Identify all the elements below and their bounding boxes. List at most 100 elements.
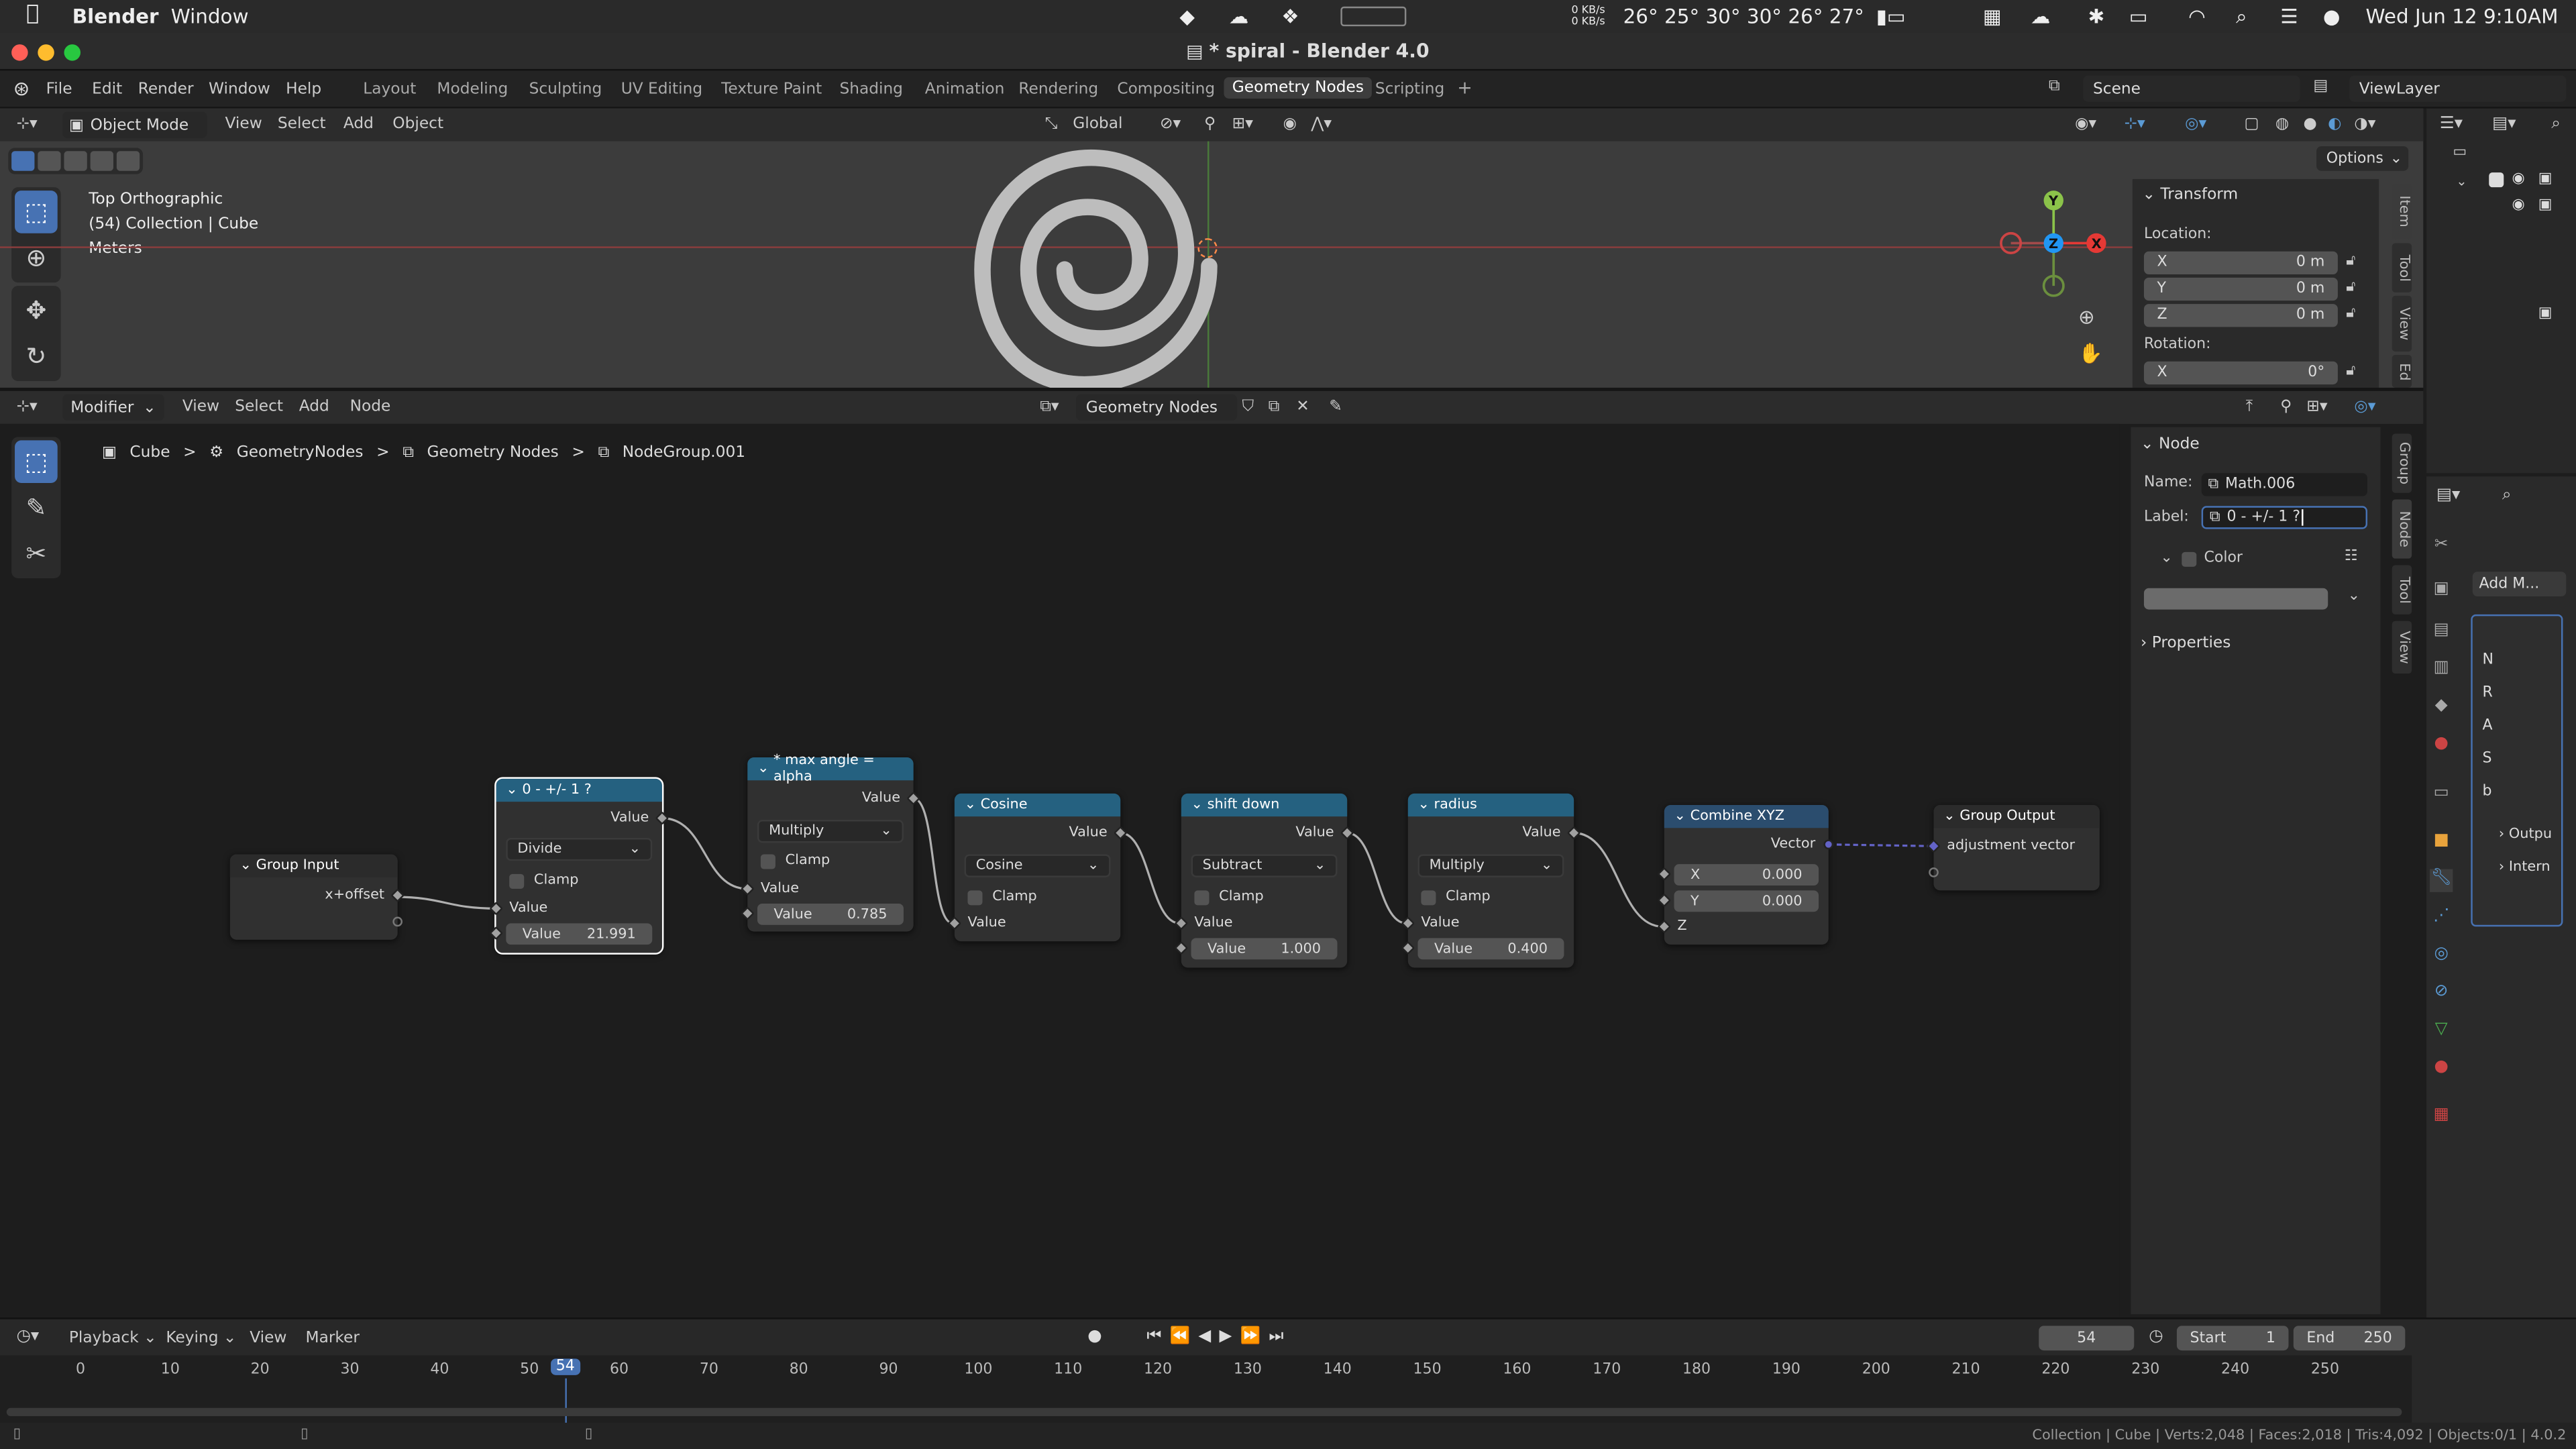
3d-cursor[interactable] — [1197, 238, 1218, 258]
world-properties-icon[interactable]: ● — [2430, 735, 2453, 757]
menu-window[interactable]: Window — [209, 80, 270, 99]
pivot-icon[interactable]: ⊘▾ — [1160, 115, 1181, 133]
node-math-shift-down[interactable]: ⌄ shift down Value Subtract ⌄ Clamp Value… — [1174, 793, 1354, 968]
wireframe-shading-icon[interactable]: ◍ — [2275, 115, 2289, 133]
menu-file[interactable]: File — [46, 80, 72, 99]
clock-icon[interactable]: ◷ — [2149, 1328, 2163, 1346]
tab-shading[interactable]: Shading — [839, 80, 903, 99]
rendered-shading-icon[interactable]: ◑▾ — [2354, 115, 2375, 133]
node-editor-canvas[interactable]: ⬚ ✎ ✂ ▣ Cube > ⚙ GeometryNodes > ⧉ Geometry… — [0, 423, 2120, 1348]
transform-title[interactable]: ⌄ Transform — [2142, 186, 2238, 204]
node-editor-type-icon[interactable]: ⊹▾ — [16, 398, 37, 416]
tab-tool[interactable]: Tool — [2392, 243, 2412, 292]
node-group-output[interactable]: ⌄ Group Output adjustment vector — [1927, 805, 2100, 891]
lock-icon[interactable]: 🔓︎ — [2346, 306, 2355, 322]
value-field[interactable]: Value 1.000 — [1191, 938, 1338, 960]
bluetooth-icon[interactable]: ✱ — [2088, 5, 2105, 28]
clamp-checkbox[interactable] — [1421, 890, 1436, 905]
tab-edit[interactable]: Ed — [2392, 354, 2412, 388]
scene-selector[interactable]: Scene — [2083, 75, 2300, 102]
physics-properties-icon[interactable]: ◎ — [2430, 945, 2453, 967]
apple-logo-icon[interactable]:  — [26, 1, 39, 26]
tab-rendering[interactable]: Rendering — [1018, 80, 1098, 99]
location-z-field[interactable]: Z0 m — [2143, 304, 2338, 327]
snap-icon[interactable]: ⚲ — [1204, 115, 1216, 133]
start-frame-field[interactable]: Start 1 — [2176, 1326, 2289, 1351]
3d-viewport[interactable]: ⊹▾ ▣ Object Mode View Select Add Object ⤡… — [0, 108, 2424, 388]
select-intersect-icon[interactable] — [116, 151, 140, 171]
wifi-icon[interactable]: ◠ — [2188, 5, 2206, 28]
eye-icon[interactable]: ◉ — [2512, 171, 2525, 187]
tab-texture-paint[interactable]: Texture Paint — [721, 80, 822, 99]
node-menu-node[interactable]: Node — [350, 398, 391, 416]
camera-icon[interactable]: ▣ — [2538, 171, 2553, 187]
eye-icon[interactable]: ◉ — [2512, 197, 2525, 213]
fake-user-icon[interactable]: ⛉ — [1242, 398, 1253, 416]
node-menu-view[interactable]: View — [182, 398, 219, 416]
node-math-divide[interactable]: ⌄ 0 - +/- 1 ? Value Divide ⌄ Clamp Value … — [489, 777, 669, 955]
search-icon[interactable]: ⌕ — [2236, 5, 2247, 30]
tab-view[interactable]: View — [2392, 295, 2412, 352]
timeline-type-icon[interactable]: ◷▾ — [16, 1328, 39, 1346]
internal-section[interactable]: › Intern — [2499, 859, 2551, 875]
falloff-icon[interactable]: ⋀▾ — [1311, 115, 1332, 133]
clamp-checkbox[interactable] — [760, 853, 775, 869]
timeline-view-menu[interactable]: View — [250, 1329, 286, 1347]
zoom-window-button[interactable] — [64, 44, 81, 61]
overlay-toggle-icon[interactable]: ◎▾ — [2185, 115, 2206, 133]
object-properties-icon[interactable]: ■ — [2430, 831, 2453, 854]
tab-tool[interactable]: Tool — [2392, 565, 2412, 614]
lock-icon[interactable]: 🔓︎ — [2346, 253, 2355, 269]
properties-type-icon[interactable]: ▤▾ — [2436, 486, 2460, 504]
viewport-menu-object[interactable]: Object — [392, 115, 443, 133]
outliner-type-icon[interactable]: ☰▾ — [2440, 115, 2463, 133]
view-layer-icon[interactable]: ▤ — [2313, 77, 2328, 95]
node-color-swatch[interactable] — [2143, 588, 2328, 610]
orientation-icon[interactable]: ⤡ — [1045, 115, 1058, 133]
pan-hand-icon[interactable]: ✋ — [2078, 341, 2103, 364]
cloud-icon[interactable]: ☁ — [1229, 5, 1248, 28]
pin-icon[interactable]: ✎ — [1329, 398, 1342, 416]
lock-icon[interactable]: 🔓︎ — [2346, 363, 2355, 379]
y-field[interactable]: Y 0.000 — [1674, 890, 1819, 912]
tab-geometry-nodes[interactable]: Geometry Nodes — [1224, 77, 1373, 99]
scene-collection-icon[interactable]: ▭ — [2453, 145, 2467, 161]
color-checkbox[interactable] — [2181, 551, 2196, 566]
clamp-checkbox[interactable] — [509, 873, 525, 888]
value-field[interactable]: Value 21.991 — [506, 923, 653, 945]
view-layer-properties-icon[interactable]: ▥ — [2430, 659, 2453, 682]
keying-menu[interactable]: Keying ⌄ — [166, 1329, 236, 1347]
playback-menu[interactable]: Playback ⌄ — [69, 1329, 157, 1347]
output-properties-icon[interactable]: ▤ — [2430, 621, 2453, 644]
list-icon[interactable]: ☷ — [2345, 549, 2358, 565]
node-panel-title[interactable]: ⌄ Node — [2141, 435, 2200, 453]
chevron-down-icon[interactable]: ⌄ — [2348, 588, 2360, 604]
overlay-toggle-icon[interactable]: ◎▾ — [2354, 398, 2375, 416]
cursor-tool-icon[interactable]: ⊕ — [15, 237, 58, 280]
mode-selector[interactable]: ▣ Object Mode — [62, 111, 207, 138]
playhead-frame-label[interactable]: 54 — [551, 1358, 580, 1375]
app-menu-name[interactable]: Blender — [72, 5, 159, 28]
modifier-panel[interactable]: N R A S b › Outpu › Intern — [2471, 614, 2563, 927]
material-properties-icon[interactable]: ● — [2430, 1058, 2453, 1081]
end-frame-field[interactable]: End 250 — [2293, 1326, 2406, 1351]
camera-icon[interactable]: ▣ — [2538, 197, 2553, 213]
solid-shading-icon[interactable]: ● — [2303, 115, 2316, 133]
tab-sculpting[interactable]: Sculpting — [529, 80, 602, 99]
properties-section[interactable]: › Properties — [2141, 634, 2231, 652]
constraints-properties-icon[interactable]: ⊘ — [2430, 983, 2453, 1006]
chevron-down-icon[interactable]: ⌄ — [2160, 550, 2172, 566]
playback-controls[interactable]: ⏮⏪◀▶⏩⏭ — [1146, 1328, 1291, 1346]
editor-context-selector[interactable]: Modifier ⌄ — [62, 394, 164, 421]
select-invert-icon[interactable] — [90, 151, 113, 171]
battery-icon[interactable]: ▭ — [2129, 5, 2148, 28]
x-field[interactable]: X 0.000 — [1674, 864, 1819, 886]
node-math-radius[interactable]: ⌄ radius Value Multiply ⌄ Clamp Value Val… — [1401, 793, 1581, 968]
timeline-scrollbar[interactable] — [6, 1407, 2402, 1417]
scene-properties-icon[interactable]: ◆ — [2430, 696, 2453, 719]
weather-icon[interactable]: ☁ — [2031, 5, 2050, 28]
tab-view[interactable]: View — [2392, 621, 2412, 674]
operation-dropdown[interactable]: Subtract ⌄ — [1191, 854, 1338, 877]
menu-edit[interactable]: Edit — [92, 80, 122, 99]
tab-layout[interactable]: Layout — [363, 80, 416, 99]
